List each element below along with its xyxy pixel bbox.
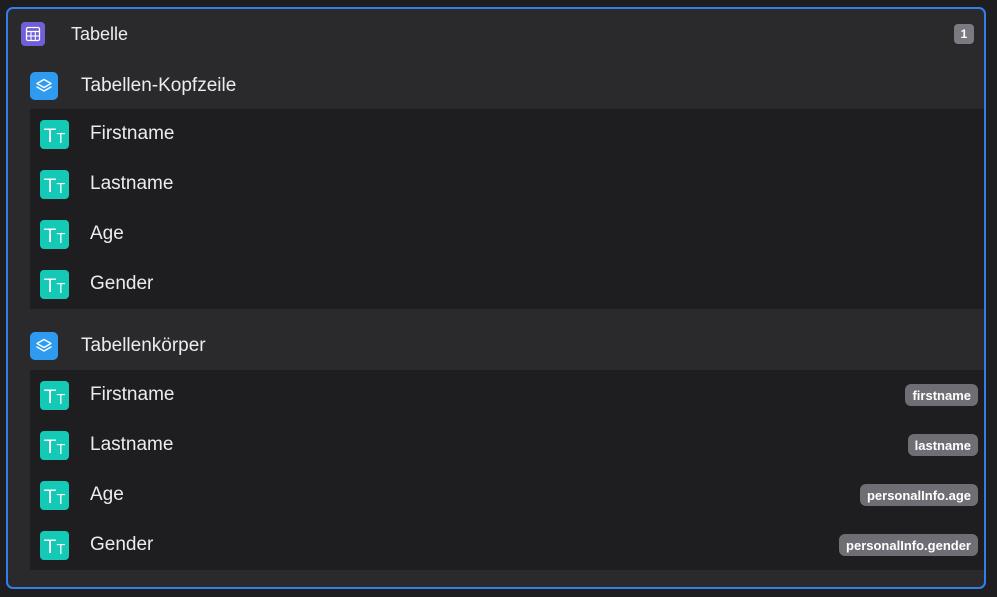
tree-item-label: Tabelle: [71, 23, 129, 44]
text-icon: TT: [40, 530, 69, 560]
text-icon: TT: [40, 430, 69, 460]
layers-icon: [30, 72, 58, 100]
tree-item-label: Lastname: [90, 173, 174, 194]
tree-item-table-header[interactable]: Tabellen-Kopfzeile: [30, 61, 984, 111]
text-icon: TT: [40, 119, 69, 149]
tree-item-label: Age: [90, 223, 124, 244]
tree-item-body-age[interactable]: TT Age personalInfo.age: [40, 470, 984, 520]
tree-item-label: Gender: [90, 534, 154, 555]
tree-item-header-age[interactable]: TT Age: [40, 209, 984, 259]
text-icon: TT: [40, 269, 69, 299]
tree-item-body-lastname[interactable]: TT Lastname lastname: [40, 420, 984, 470]
tree-item-label: Tabellen-Kopfzeile: [81, 75, 237, 96]
tree-item-table-body[interactable]: Tabellenkörper: [30, 321, 984, 371]
tree-item-header-gender[interactable]: TT Gender: [40, 259, 984, 309]
tree-item-label: Tabellenkörper: [81, 335, 206, 356]
binding-tag: firstname: [905, 384, 978, 406]
table-icon: [21, 22, 45, 46]
tree-item-header-firstname[interactable]: TT Firstname: [40, 109, 984, 159]
tree-item-label: Firstname: [90, 384, 175, 405]
layers-icon: [30, 332, 58, 360]
text-icon: TT: [40, 169, 69, 199]
binding-tag: personalInfo.age: [859, 484, 978, 506]
text-icon: TT: [40, 480, 69, 510]
binding-tag: personalInfo.gender: [839, 534, 978, 556]
tree-item-label: Age: [90, 484, 124, 505]
tree-item-label: Gender: [90, 273, 154, 294]
tree-item-label: Firstname: [90, 123, 175, 144]
text-icon: TT: [40, 380, 69, 410]
tree-item-body-firstname[interactable]: TT Firstname firstname: [40, 370, 984, 420]
tree-item-table[interactable]: Tabelle 1: [20, 9, 984, 59]
binding-tag: lastname: [907, 434, 978, 456]
layer-tree-panel: Tabelle 1 Tabellen-Kopfzeile TT Firstnam…: [6, 7, 986, 589]
tree-item-body-gender[interactable]: TT Gender personalInfo.gender: [40, 520, 984, 570]
tree-item-header-lastname[interactable]: TT Lastname: [40, 159, 984, 209]
tree-item-label: Lastname: [90, 434, 174, 455]
text-icon: TT: [40, 219, 69, 249]
count-badge: 1: [954, 24, 974, 44]
